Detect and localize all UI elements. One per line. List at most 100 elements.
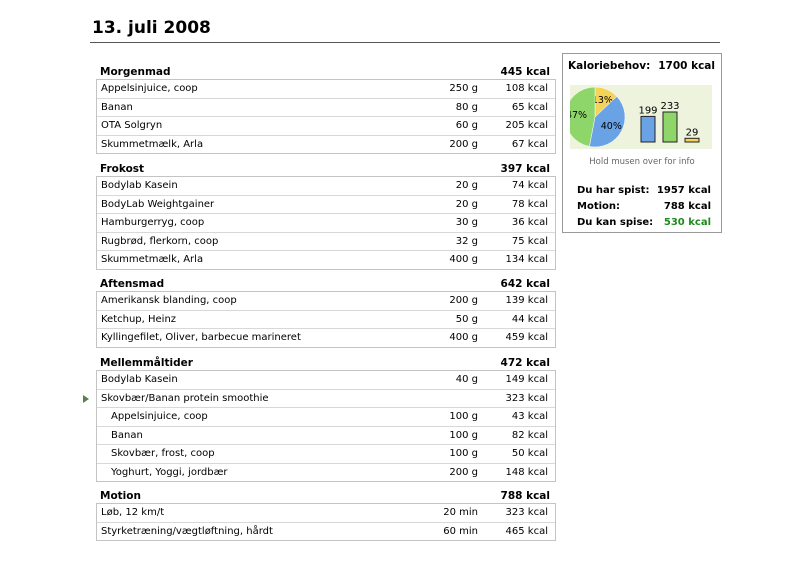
food-row[interactable]: Skummetmælk, Arla 400 g 134 kcal: [97, 251, 555, 269]
food-name: Appelsinjuice, coop: [111, 411, 208, 423]
meal-header: Motion 788 kcal: [96, 488, 556, 502]
calorie-summary-panel: Kaloriebehov: 1700 kcal 13%40%47%1992332…: [562, 53, 722, 233]
food-amount: 100 g: [449, 411, 478, 423]
meal-total: 642 kcal: [500, 278, 550, 290]
food-row[interactable]: Bodylab Kasein 40 g 149 kcal: [97, 371, 555, 390]
stat-exercise-label: Motion:: [577, 200, 621, 212]
exercise-row[interactable]: Styrketræning/vægtløftning, hårdt 60 min…: [97, 523, 555, 541]
title-divider: [90, 42, 720, 43]
food-kcal: 74 kcal: [511, 180, 548, 192]
food-row[interactable]: Skummetmælk, Arla 200 g 67 kcal: [97, 136, 555, 154]
meal-section-morgenmad: Morgenmad 445 kcal Appelsinjuice, coop 2…: [96, 64, 556, 154]
food-kcal: 82 kcal: [511, 429, 548, 441]
food-amount: 60 g: [455, 120, 478, 132]
meal-total: 472 kcal: [500, 357, 550, 369]
meal-name: Frokost: [100, 163, 145, 175]
hover-hint: Hold musen over for info: [589, 157, 695, 167]
food-name: OTA Solgryn: [101, 120, 163, 132]
food-kcal: 134 kcal: [505, 254, 548, 266]
meal-items: Appelsinjuice, coop 250 g 108 kcal Banan…: [96, 79, 556, 154]
food-name: Skummetmælk, Arla: [101, 138, 204, 150]
food-name: Skummetmælk, Arla: [101, 254, 204, 266]
food-row[interactable]: Appelsinjuice, coop 250 g 108 kcal: [97, 80, 555, 99]
meal-section-frokost: Frokost 397 kcal Bodylab Kasein 20 g 74 …: [96, 161, 556, 270]
calorie-need-header: Kaloriebehov: 1700 kcal: [563, 54, 721, 72]
meal-header: Morgenmad 445 kcal: [96, 64, 556, 78]
food-amount: 400 g: [449, 254, 478, 266]
meal-total: 445 kcal: [500, 66, 550, 78]
calorie-need-label: Kaloriebehov:: [568, 60, 651, 72]
food-name: Banan: [111, 429, 143, 441]
food-amount: 30 g: [455, 217, 478, 229]
food-row[interactable]: Bodylab Kasein 20 g 74 kcal: [97, 177, 555, 196]
food-amount: 400 g: [449, 332, 478, 344]
exercise-duration: 60 min: [443, 525, 478, 537]
food-row[interactable]: Hamburgerryg, coop 30 g 36 kcal: [97, 214, 555, 233]
food-kcal: 149 kcal: [505, 374, 548, 386]
recipe-ingredient-row[interactable]: Yoghurt, Yoggi, jordbær 200 g 148 kcal: [97, 464, 555, 482]
food-row[interactable]: Amerikansk blanding, coop 200 g 139 kcal: [97, 292, 555, 311]
food-kcal: 67 kcal: [511, 138, 548, 150]
bar: [662, 111, 678, 143]
food-amount: 20 g: [455, 198, 478, 210]
food-kcal: 108 kcal: [505, 83, 548, 95]
meal-name: Mellemmåltider: [100, 357, 193, 369]
calorie-charts-svg[interactable]: 13%40%47%19923329: [564, 85, 712, 149]
recipe-ingredient-row[interactable]: Appelsinjuice, coop 100 g 43 kcal: [97, 408, 555, 427]
food-row[interactable]: Rugbrød, flerkorn, coop 32 g 75 kcal: [97, 233, 555, 251]
calorie-charts[interactable]: 13%40%47%19923329: [564, 85, 712, 149]
food-amount: 200 g: [449, 138, 478, 150]
food-name: Bodylab Kasein: [101, 374, 178, 386]
recipe-row[interactable]: Skovbær/Banan protein smoothie 323 kcal: [83, 390, 555, 408]
meal-header: Mellemmåltider 472 kcal: [96, 355, 556, 369]
food-name: Bodylab Kasein: [101, 180, 178, 192]
meal-header: Aftensmad 642 kcal: [96, 276, 556, 290]
meal-header: Frokost 397 kcal: [96, 161, 556, 175]
bar-label: 29: [686, 127, 699, 138]
stat-remaining-value: 530 kcal: [663, 216, 711, 228]
meal-name: Morgenmad: [100, 66, 171, 78]
food-amount: 40 g: [455, 374, 478, 386]
food-kcal: 44 kcal: [511, 313, 548, 325]
food-kcal: 36 kcal: [511, 217, 548, 229]
food-row[interactable]: Kyllingefilet, Oliver, barbecue marinere…: [97, 329, 555, 347]
recipe-ingredient-row[interactable]: Skovbær, frost, coop 100 g 50 kcal: [97, 445, 555, 464]
food-name: Kyllingefilet, Oliver, barbecue marinere…: [101, 332, 301, 344]
food-row[interactable]: OTA Solgryn 60 g 205 kcal: [97, 117, 555, 136]
food-amount: 20 g: [455, 180, 478, 192]
pie-label: 40%: [601, 121, 622, 132]
food-amount: 250 g: [449, 83, 478, 95]
stat-exercise: Motion: 788 kcal: [577, 198, 711, 214]
food-kcal: 75 kcal: [511, 235, 548, 247]
food-amount: 100 g: [449, 429, 478, 441]
food-name: BodyLab Weightgainer: [101, 198, 215, 210]
food-amount: 80 g: [455, 101, 478, 113]
bar: [684, 137, 700, 143]
meal-total: 397 kcal: [500, 163, 550, 175]
food-kcal: 65 kcal: [511, 101, 548, 113]
meal-items: Bodylab Kasein 40 g 149 kcal Skovbær/Ban…: [83, 370, 556, 482]
food-kcal: 205 kcal: [505, 120, 548, 132]
stat-eaten-label: Du har spist:: [577, 184, 650, 196]
exercise-row[interactable]: Løb, 12 km/t 20 min 323 kcal: [97, 504, 555, 523]
stat-remaining: Du kan spise: 530 kcal: [577, 214, 711, 230]
food-name: Hamburgerryg, coop: [101, 217, 205, 229]
exercise-name: Styrketræning/vægtløftning, hårdt: [101, 525, 273, 537]
recipe-ingredient-row[interactable]: Banan 100 g 82 kcal: [97, 427, 555, 445]
stat-eaten-value: 1957 kcal: [656, 184, 711, 196]
exercise-duration: 20 min: [443, 507, 478, 519]
stat-exercise-value: 788 kcal: [663, 200, 711, 212]
expand-arrow-icon[interactable]: [83, 394, 89, 403]
exercise-kcal: 465 kcal: [505, 525, 548, 537]
pie-label: 47%: [570, 110, 587, 121]
food-row[interactable]: Ketchup, Heinz 50 g 44 kcal: [97, 311, 555, 329]
page-title: 13. juli 2008: [92, 18, 211, 38]
food-row[interactable]: BodyLab Weightgainer 20 g 78 kcal: [97, 196, 555, 214]
exercise-kcal: 323 kcal: [505, 507, 548, 519]
food-kcal: 43 kcal: [511, 411, 548, 423]
stat-remaining-label: Du kan spise:: [577, 216, 654, 228]
meal-total: 788 kcal: [500, 490, 550, 502]
bar-label: 233: [660, 101, 679, 112]
food-row[interactable]: Banan 80 g 65 kcal: [97, 99, 555, 117]
food-amount: 200 g: [449, 295, 478, 307]
